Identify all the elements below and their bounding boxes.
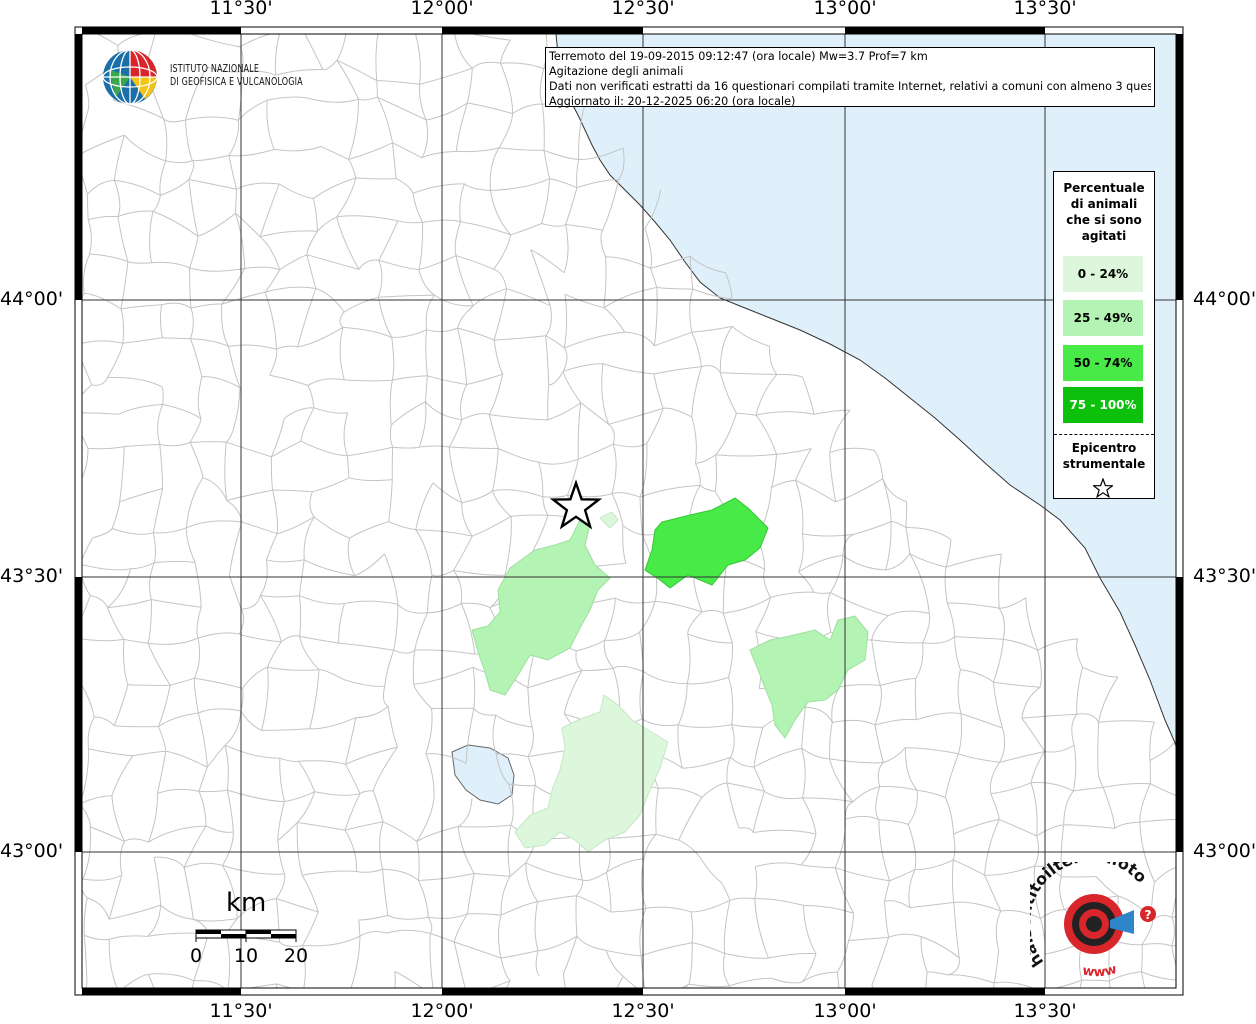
municipal-border xyxy=(770,1011,795,1020)
municipal-border xyxy=(79,1016,87,1024)
municipal-border xyxy=(127,684,171,686)
municipal-border xyxy=(415,1017,431,1024)
map-subject: Agitazione degli animali xyxy=(549,65,684,78)
legend-star-icon xyxy=(1093,478,1113,498)
svg-text:?: ? xyxy=(1145,908,1152,922)
municipal-border xyxy=(639,1008,680,1011)
municipal-border xyxy=(391,447,394,480)
municipal-border xyxy=(1212,917,1225,933)
municipal-border xyxy=(297,1016,305,1024)
municipal-border xyxy=(228,991,235,1024)
municipal-border xyxy=(1222,995,1228,1024)
municipal-border xyxy=(724,1011,771,1022)
municipal-border xyxy=(532,1014,576,1024)
municipal-border xyxy=(283,1016,298,1021)
municipal-border xyxy=(990,1020,1033,1024)
legend-class-50-74: 50 - 74% xyxy=(1063,345,1143,381)
haisentito-url: www xyxy=(1081,962,1118,980)
municipal-border xyxy=(115,992,119,1024)
municipal-border xyxy=(431,1015,465,1019)
data-note: Dati non verificati estratti da 16 quest… xyxy=(549,80,1151,93)
legend: Percentuale di animali che si sono agita… xyxy=(1053,171,1155,499)
legend-class-75-100: 75 - 100% xyxy=(1063,387,1143,423)
municipal-border xyxy=(1031,1020,1033,1024)
municipal-border xyxy=(382,1010,388,1024)
scale-label-0: 0 xyxy=(189,945,203,967)
legend-epicenter-label: Epicentro strumentale xyxy=(1062,441,1146,471)
legend-title: Percentuale di animali che si sono agita… xyxy=(1063,181,1145,243)
municipal-border xyxy=(1221,820,1228,880)
ingv-logo-icon xyxy=(102,49,158,105)
ingv-logo-text: ISTITUTO NAZIONALE DI GEOFISICA E VULCAN… xyxy=(170,63,303,88)
municipal-border xyxy=(1171,944,1176,947)
municipal-border xyxy=(389,1010,431,1017)
municipal-border xyxy=(431,997,435,1017)
scale-label-20: 20 xyxy=(283,945,309,967)
event-info-box: Terremoto del 19-09-2015 09:12:47 (ora l… xyxy=(545,47,1155,108)
legend-class-25-49: 25 - 49% xyxy=(1063,300,1143,336)
municipal-border xyxy=(380,23,413,27)
scale-label-10: 10 xyxy=(233,945,259,967)
municipal-border xyxy=(680,1010,724,1023)
update-time: Aggiornato il: 20-12-2025 06:20 (ora loc… xyxy=(549,95,796,108)
municipal-border xyxy=(639,1010,662,1024)
municipal-border xyxy=(460,1019,466,1024)
municipal-border xyxy=(767,1011,770,1024)
municipal-border xyxy=(1225,933,1228,995)
municipal-border xyxy=(275,983,278,988)
event-title: Terremoto del 19-09-2015 09:12:47 (ora l… xyxy=(549,50,928,63)
legend-divider xyxy=(1054,434,1154,435)
municipal-border xyxy=(303,990,351,993)
municipal-border xyxy=(1157,1019,1175,1024)
municipal-border xyxy=(729,985,731,988)
scale-bar xyxy=(195,929,297,942)
municipal-border xyxy=(343,990,351,1022)
municipal-border xyxy=(297,1016,342,1021)
municipal-border xyxy=(343,1010,389,1022)
municipal-border xyxy=(1212,789,1228,820)
legend-class-0-24: 0 - 24% xyxy=(1063,256,1143,292)
municipal-border xyxy=(575,1009,605,1014)
municipal-border xyxy=(1195,789,1212,803)
municipal-border xyxy=(1182,866,1220,880)
municipal-border xyxy=(1175,1019,1190,1024)
municipal-border xyxy=(575,1015,582,1024)
municipal-border xyxy=(300,25,346,32)
scale-unit: km xyxy=(226,888,267,918)
municipal-border xyxy=(1213,880,1221,917)
municipal-border xyxy=(87,1016,115,1024)
municipal-border xyxy=(465,1011,493,1019)
municipal-border xyxy=(606,1007,640,1010)
municipal-border xyxy=(465,996,468,1019)
municipal-border xyxy=(493,1011,531,1024)
municipal-border xyxy=(1171,916,1176,919)
municipal-border xyxy=(796,1021,843,1024)
municipal-border xyxy=(680,1010,685,1024)
municipal-border xyxy=(793,1021,795,1024)
municipal-border xyxy=(606,1010,613,1024)
municipal-border xyxy=(1181,981,1228,996)
municipal-border xyxy=(1175,1019,1224,1024)
municipal-border xyxy=(1185,817,1228,820)
haisentito-logo-icon[interactable]: ? haisentitoilterremoto.it www xyxy=(1030,862,1170,982)
